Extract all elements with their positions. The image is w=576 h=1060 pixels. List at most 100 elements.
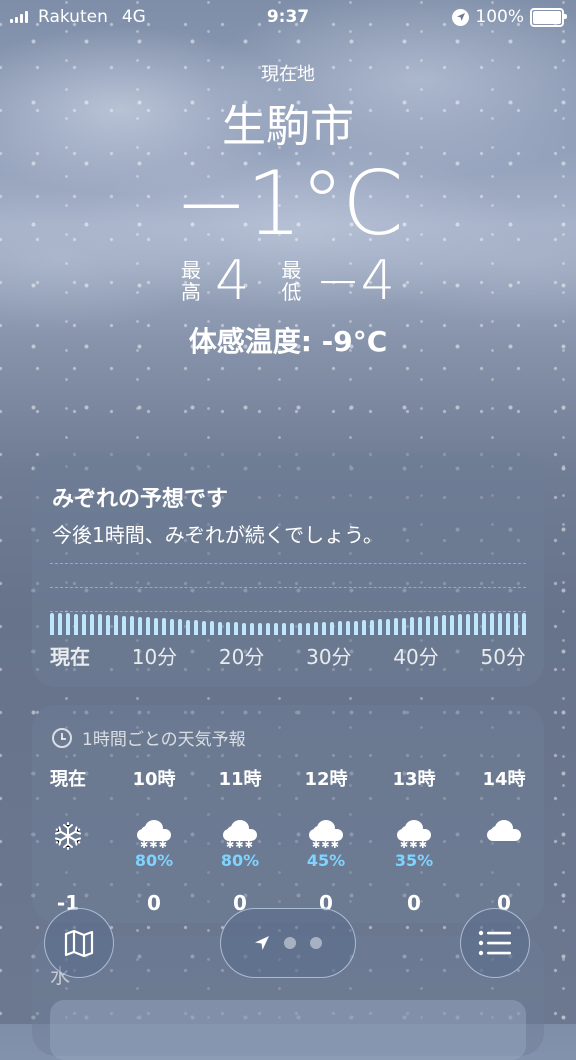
precip-bar [410,617,414,635]
precip-bar [386,618,390,635]
precip-bar [402,617,406,635]
precip-bar [98,614,102,635]
precip-bar [130,616,134,635]
precip-bar [82,613,86,635]
precip-bar [426,616,430,635]
hour-item: 現在 -1 [32,765,104,915]
axis-tick-label: 40分 [393,645,439,669]
precip-bar [458,614,462,635]
precip-bar [202,620,206,635]
precip-bar [322,621,326,635]
precip-bar [506,613,510,635]
hour-item: 14時 0 [468,765,540,915]
precip-bar [266,623,270,635]
precip-bar [522,613,526,635]
precip-bar [490,613,494,635]
hourly-forecast-card[interactable]: 1時間ごとの天気予報 現在 -1 10時 ✱✱✱ 80% 0 11時 ✱✱✱ 80% 0 12時 ✱✱… [32,705,544,923]
hour-temperature: 0 [147,891,161,915]
hour-item: 11時 ✱✱✱ 80% 0 [204,765,276,915]
precip-bar [498,613,502,635]
battery-percent: 100% [475,7,524,27]
precip-bar [306,622,310,635]
precip-bar [194,620,198,635]
precip-bar [234,622,238,635]
next-card-peek-inner [50,1000,526,1060]
precip-bar [466,613,470,635]
precip-bar [418,616,422,635]
list-icon [478,930,511,956]
precipitation-title: みぞれの予想です [52,487,229,512]
hour-item: 10時 ✱✱✱ 80% 0 [118,765,190,915]
location-arrow-icon [255,936,269,950]
grid-line [50,563,526,564]
precip-bar [314,622,318,635]
precip-bar [290,623,294,635]
precip-bar [218,621,222,635]
precip-bar [514,613,518,635]
hour-temperature: 0 [407,891,421,915]
precip-chance: 80% [220,851,260,870]
precip-bar [74,613,78,635]
precip-bar [370,619,374,635]
cloud-icon [468,803,540,851]
precip-bar [138,616,142,635]
precipitation-card[interactable]: みぞれの予想です 今後1時間、みぞれが続くでしょう。 現在 10分 20分 30分 40… [32,453,544,687]
low-temperature: −4 [315,249,395,312]
high-label: 最高 [181,258,202,304]
precip-chance [32,851,104,873]
precip-bar [170,618,174,635]
precip-bar [106,614,110,635]
precipitation-axis: 現在 10分 20分 30分 40分 50分 [50,641,526,670]
precip-bar [362,620,366,635]
current-weather: 現在地 生駒市 −1°C 最高 4 最低 −4 体感温度: -9°C [0,60,576,360]
page-indicator[interactable] [220,908,356,978]
precip-bar [250,622,254,635]
precip-bar [298,622,302,635]
precip-bar [258,623,262,635]
grid-line [50,587,526,588]
hour-time: 12時 [304,769,348,790]
city-name: 生駒市 [222,101,354,152]
precip-bar [354,620,358,635]
snow-cloud-icon: ✱✱✱ [204,803,276,851]
precip-bar [178,619,182,635]
precip-chance: 35% [394,851,434,870]
precip-bar [338,621,342,635]
location-label: 現在地 [261,64,315,85]
precip-bar [242,622,246,635]
feels-like: 体感温度: -9°C [188,325,388,358]
hourly-title: 1時間ごとの天気予報 [82,730,246,750]
hour-time: 14時 [482,769,526,790]
precip-chance: 80% [134,851,174,870]
status-bar: Rakuten 4G 9:37 100% [0,0,576,34]
precip-bar [394,618,398,635]
hourly-header: 1時間ごとの天気予報 [52,725,246,750]
current-temperature: −1°C [174,152,403,255]
hour-time: 10時 [132,769,176,790]
low-label: 最低 [281,258,302,304]
high-temperature: 4 [215,249,250,312]
clock-icon [52,727,72,748]
hour-time: 現在 [50,769,86,790]
hour-time: 13時 [392,769,436,790]
precip-chance: 45% [306,851,346,870]
precip-bar [122,615,126,635]
axis-tick-label: 50分 [480,645,526,669]
axis-tick-label: 現在 [50,645,90,669]
page-dot[interactable] [310,937,322,949]
axis-tick-label: 10分 [131,645,178,669]
precip-bar [58,613,62,635]
precip-bar [226,621,230,635]
precip-bar [210,621,214,635]
precip-bar [186,619,190,635]
location-list-button[interactable] [460,908,530,978]
high-low: 最高 4 最低 −4 [0,254,576,308]
map-button[interactable] [44,908,114,978]
axis-tick-label: 30分 [306,645,352,669]
precip-bar [442,615,446,635]
precip-bar [378,619,382,635]
precip-chance [468,851,540,873]
page-dot[interactable] [284,937,296,949]
precipitation-chart [50,611,526,635]
precip-bar [90,614,94,635]
